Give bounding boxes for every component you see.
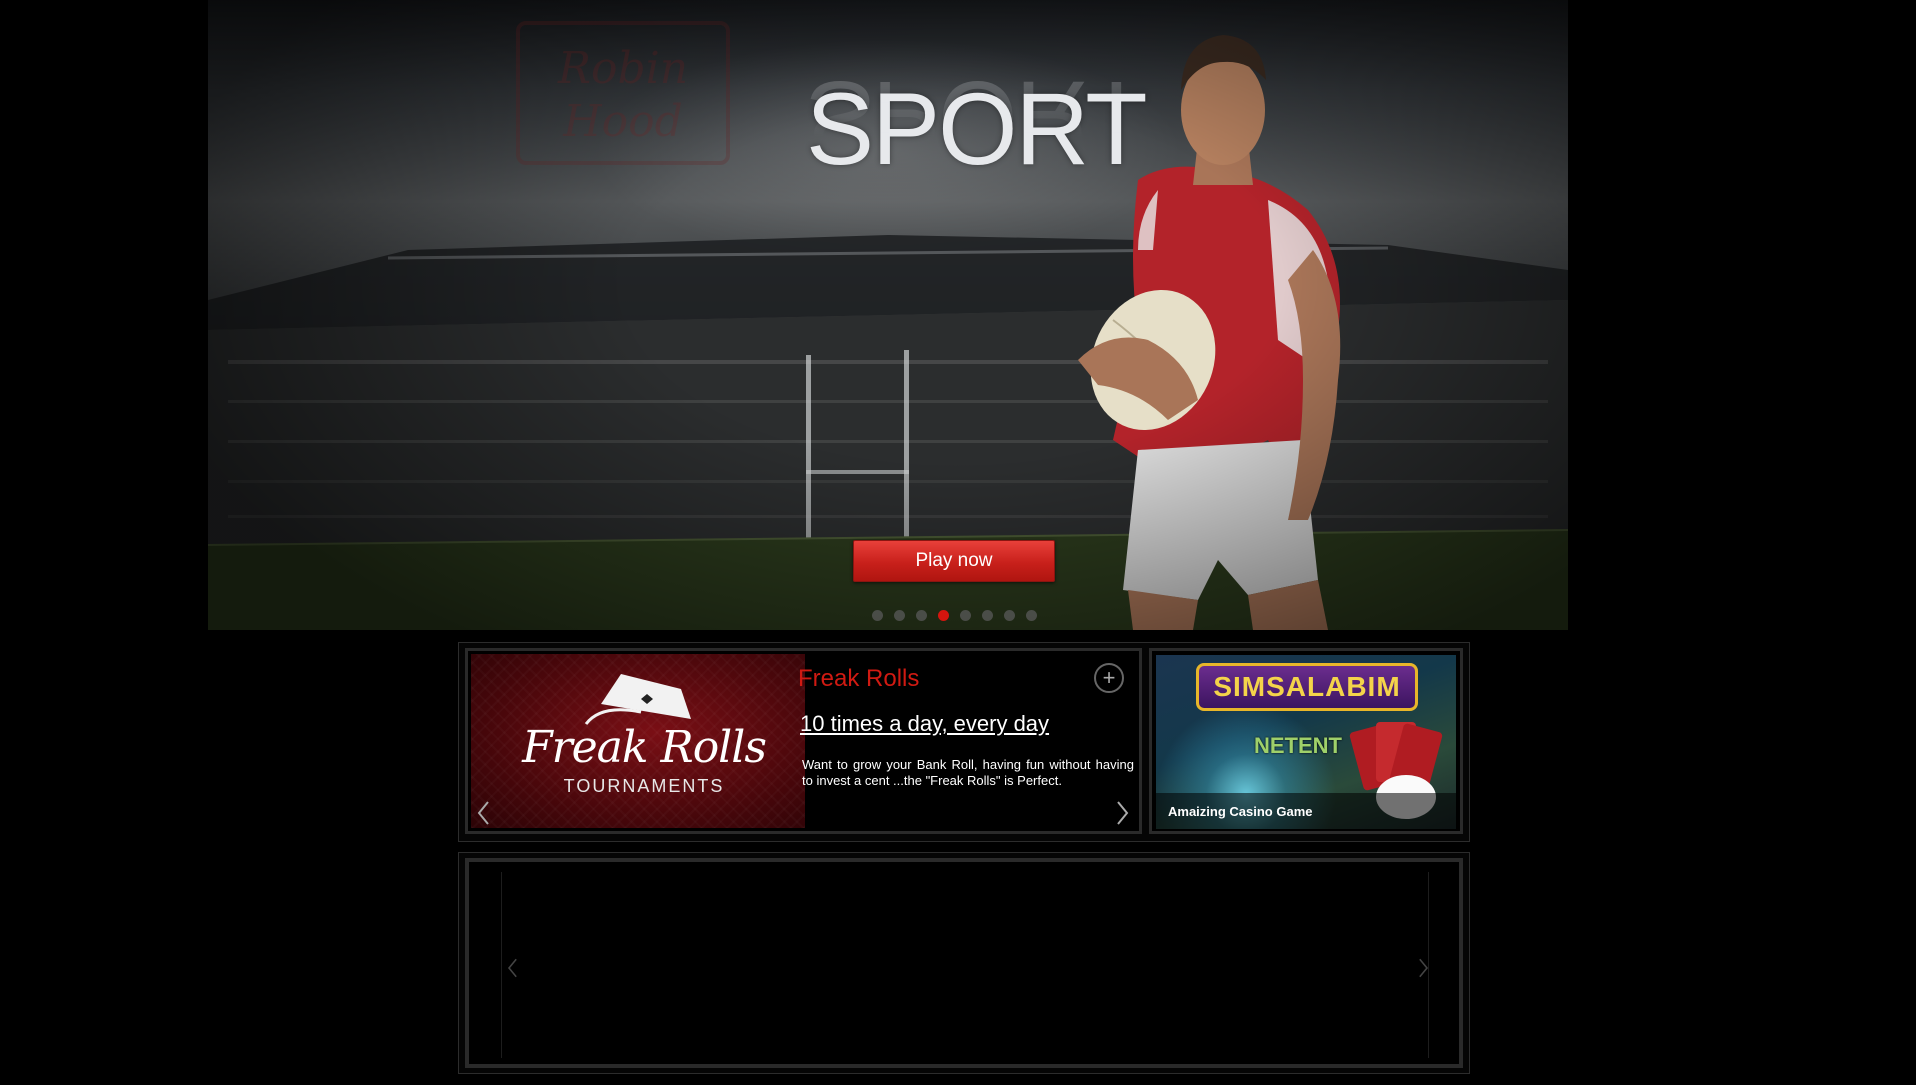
freak-rolls-banner[interactable]: Freak Rolls TOURNAMENTS — [471, 654, 805, 828]
game-caption: Amaizing Casino Game — [1168, 804, 1313, 819]
freak-rolls-promo: Freak Rolls TOURNAMENTS Freak Rolls + 10… — [465, 648, 1142, 834]
slide-indicator — [872, 610, 1037, 622]
simsalabim-game-thumbnail[interactable]: SIMSALABIM NETENT Amaizing Casino Game — [1156, 655, 1456, 829]
robin-hood-logo-watermark: Robin Hood — [516, 21, 730, 165]
featured-game-panel[interactable]: SIMSALABIM NETENT Amaizing Casino Game — [1149, 648, 1463, 834]
chevron-left-icon — [477, 801, 489, 825]
promo-title: Freak Rolls — [798, 665, 920, 692]
slide-dot-2[interactable] — [894, 610, 905, 621]
plus-circle-icon[interactable]: + — [1094, 663, 1124, 693]
chevron-left-icon — [507, 958, 517, 978]
promo-prev-arrow[interactable] — [474, 799, 494, 827]
simsalabim-logo: SIMSALABIM — [1196, 663, 1418, 711]
bottom-carousel — [465, 858, 1463, 1068]
bottom-carousel-viewport — [501, 872, 1429, 1058]
slide-dot-6[interactable] — [982, 610, 993, 621]
tournaments-logo-subtext: TOURNAMENTS — [563, 776, 725, 796]
slide-dot-8[interactable] — [1026, 610, 1037, 621]
svg-text:Hood: Hood — [562, 96, 683, 147]
chevron-right-icon — [1419, 958, 1429, 978]
slide-dot-4[interactable] — [938, 610, 949, 621]
slide-dot-5[interactable] — [960, 610, 971, 621]
slide-dot-3[interactable] — [916, 610, 927, 621]
promo-subtitle-link[interactable]: 10 times a day, every day — [800, 711, 1049, 737]
slide-dot-1[interactable] — [872, 610, 883, 621]
slide-dot-7[interactable] — [1004, 610, 1015, 621]
carousel-prev-arrow[interactable] — [505, 956, 521, 980]
promo-next-arrow[interactable] — [1112, 799, 1132, 827]
chevron-right-icon — [1117, 801, 1129, 825]
netent-logo: NETENT — [1254, 733, 1342, 758]
svg-text:Robin: Robin — [557, 43, 688, 94]
hero-banner: Robin Hood SPORT SPORT Play now — [208, 0, 1568, 630]
hero-title-reflection: SPORT — [806, 60, 1146, 174]
play-now-button[interactable]: Play now — [853, 540, 1055, 582]
freak-rolls-logo: Freak Rolls — [522, 722, 767, 773]
promo-description: Want to grow your Bank Roll, having fun … — [802, 757, 1134, 788]
carousel-next-arrow[interactable] — [1415, 956, 1431, 980]
